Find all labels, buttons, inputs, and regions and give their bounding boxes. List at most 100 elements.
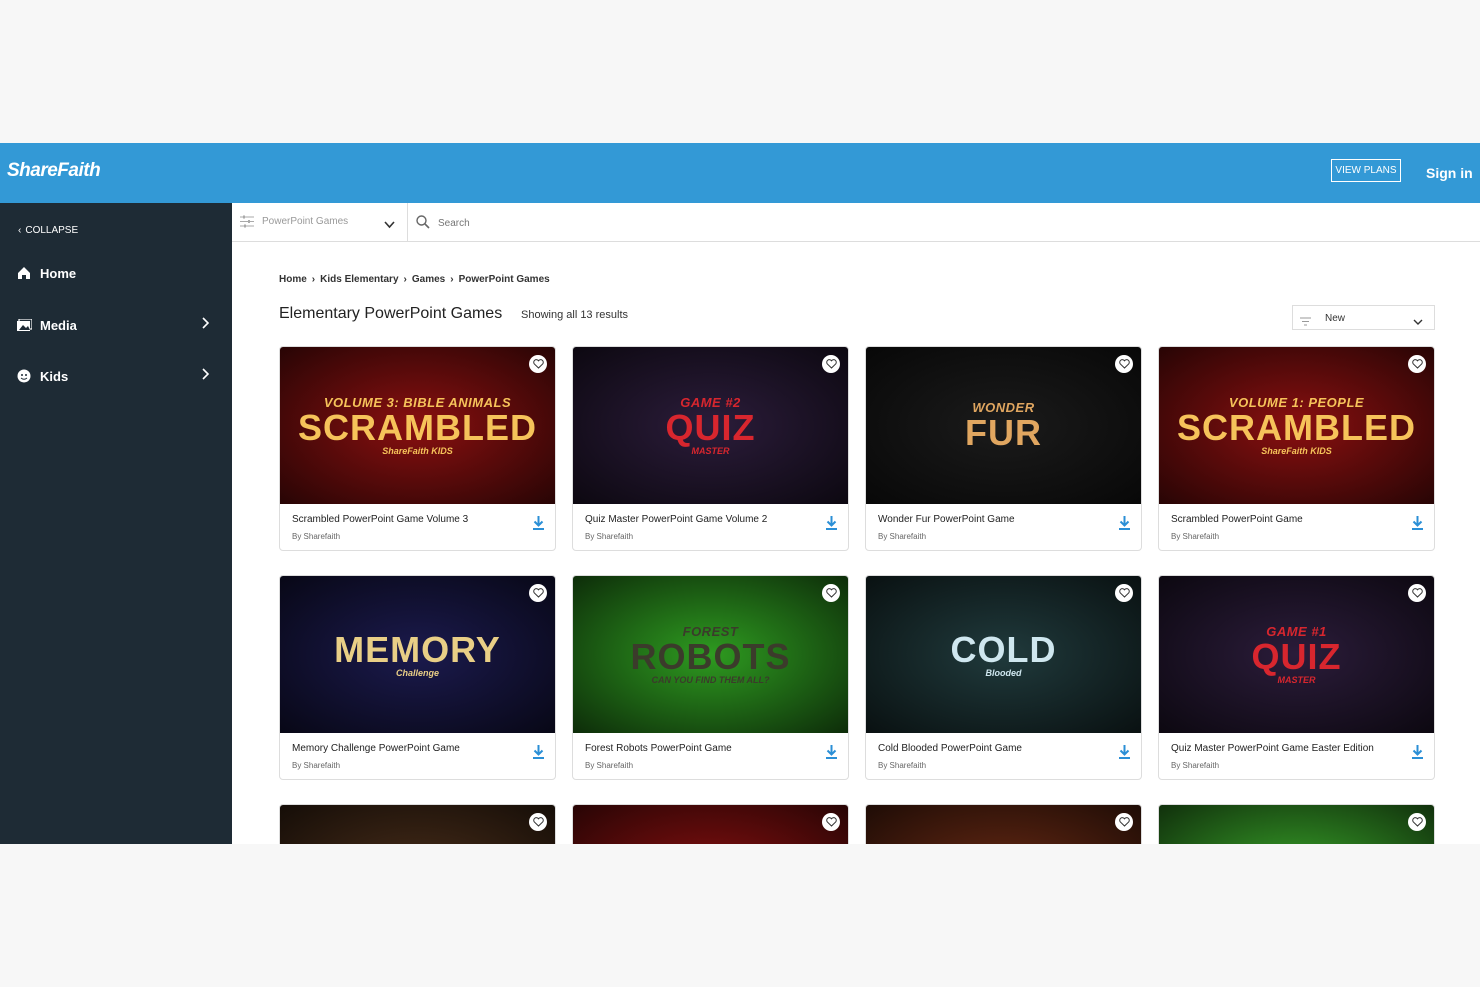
product-title[interactable]: Forest Robots PowerPoint Game (585, 743, 732, 754)
favorite-heart-icon[interactable] (529, 813, 547, 831)
product-thumbnail[interactable]: FOREST ROBOTS CAN YOU FIND THEM ALL? (573, 576, 848, 733)
chevron-right-icon (202, 368, 210, 383)
product-title[interactable]: Cold Blooded PowerPoint Game (878, 743, 1022, 754)
top-bar: ShareFaith VIEW PLANS Sign in (0, 143, 1480, 203)
favorite-heart-icon[interactable] (1408, 355, 1426, 373)
favorite-heart-icon[interactable] (1115, 584, 1133, 602)
favorite-heart-icon[interactable] (1408, 813, 1426, 831)
sharefaith-logo[interactable]: ShareFaith (7, 160, 101, 182)
collapse-label: COLLAPSE (25, 225, 79, 236)
product-thumbnail[interactable] (1159, 805, 1434, 844)
breadcrumb-games[interactable]: Games (412, 274, 445, 285)
product-title[interactable]: Scrambled PowerPoint Game Volume 3 (292, 514, 468, 525)
thumbnail-headline: SCRAMBLED (298, 407, 537, 448)
page-title: Elementary PowerPoint Games (279, 305, 503, 322)
product-title[interactable]: Quiz Master PowerPoint Game Easter Editi… (1171, 743, 1374, 754)
product-thumbnail[interactable]: MEMORY Challenge (280, 576, 555, 733)
favorite-heart-icon[interactable] (529, 584, 547, 602)
product-author: By Sharefaith (878, 761, 927, 770)
product-thumbnail[interactable]: GAME #2 QUIZ MASTER (573, 347, 848, 504)
product-card[interactable] (865, 804, 1142, 844)
sign-in-link[interactable]: Sign in (1426, 165, 1473, 181)
product-card[interactable]: VOLUME 3: BIBLE ANIMALS SCRAMBLED ShareFai… (279, 346, 556, 551)
product-thumbnail[interactable]: VOLUME 3: BIBLE ANIMALS SCRAMBLED ShareFai… (280, 347, 555, 504)
product-thumbnail[interactable]: VOLUME 2: BOOKS OF THE BIBLE (573, 805, 848, 844)
product-author: By Sharefaith (585, 761, 634, 770)
product-card[interactable]: VOLUME 2: BOOKS OF THE BIBLE (572, 804, 849, 844)
product-author: By Sharefaith (1171, 761, 1220, 770)
sidebar-item-label: Home (40, 265, 77, 281)
favorite-heart-icon[interactable] (822, 355, 840, 373)
thumbnail-subline: Blooded (985, 667, 1022, 678)
favorite-heart-icon[interactable] (1408, 584, 1426, 602)
app-frame: ShareFaith VIEW PLANS Sign in ‹ COLLAPSE… (0, 143, 1480, 844)
view-plans-button[interactable]: VIEW PLANS (1331, 159, 1401, 182)
product-author: By Sharefaith (292, 532, 341, 541)
collapse-button[interactable]: ‹ COLLAPSE (18, 225, 78, 236)
chevron-right-icon (202, 317, 210, 332)
product-title[interactable]: Quiz Master PowerPoint Game Volume 2 (585, 514, 767, 525)
chevron-down-icon (1413, 313, 1423, 331)
product-thumbnail[interactable]: GAME #1 QUIZ MASTER (1159, 576, 1434, 733)
product-thumbnail[interactable]: VOLUME 1: PEOPLE SCRAMBLED ShareFaith KIDS (1159, 347, 1434, 504)
chevron-left-icon: ‹ (18, 225, 22, 236)
product-title[interactable]: Memory Challenge PowerPoint Game (292, 743, 460, 754)
product-title[interactable]: Wonder Fur PowerPoint Game (878, 514, 1015, 525)
thumbnail-headline: QUIZ (665, 407, 756, 448)
favorite-heart-icon[interactable] (822, 584, 840, 602)
sidebar-item-media[interactable]: Media (16, 315, 216, 335)
favorite-heart-icon[interactable] (1115, 813, 1133, 831)
product-card[interactable]: MEMORY Challenge Memory Challenge PowerPoi… (279, 575, 556, 780)
download-icon[interactable] (532, 744, 545, 764)
thumbnail-headline: COLD (950, 628, 1057, 670)
thumbnail-subline: ShareFaith KIDS (382, 446, 453, 456)
sidebar-item-home[interactable]: Home (16, 263, 216, 283)
sort-select[interactable]: New (1292, 305, 1435, 330)
product-card[interactable]: COLD Blooded Cold Blooded PowerPoint Game B… (865, 575, 1142, 780)
product-thumbnail[interactable]: COLD Blooded (866, 576, 1141, 733)
product-card[interactable]: FOREST ROBOTS CAN YOU FIND THEM ALL? Forest… (572, 575, 849, 780)
product-card[interactable]: WONDER (279, 804, 556, 844)
product-author: By Sharefaith (1171, 532, 1220, 541)
product-card[interactable]: WONDER FUR Wonder Fur PowerPoint Game By Sh… (865, 346, 1142, 551)
favorite-heart-icon[interactable] (822, 813, 840, 831)
product-card[interactable]: VOLUME 1: PEOPLE SCRAMBLED ShareFaith KIDS… (1158, 346, 1435, 551)
download-icon[interactable] (1118, 515, 1131, 535)
product-author: By Sharefaith (585, 532, 634, 541)
search-icon (416, 215, 430, 234)
download-icon[interactable] (825, 515, 838, 535)
kids-icon (16, 368, 32, 384)
favorite-heart-icon[interactable] (1115, 355, 1133, 373)
breadcrumb-kids-elementary[interactable]: Kids Elementary (320, 274, 398, 285)
category-filter[interactable]: PowerPoint Games (232, 203, 408, 241)
search-input[interactable] (438, 213, 838, 233)
product-card[interactable]: GAME #1 QUIZ MASTER Quiz Master PowerPoint … (1158, 575, 1435, 780)
sidebar-item-label: Media (40, 317, 77, 333)
sidebar-item-kids[interactable]: Kids (16, 366, 216, 386)
download-icon[interactable] (532, 515, 545, 535)
download-icon[interactable] (825, 744, 838, 764)
sort-icon (1300, 313, 1311, 331)
thumbnail-headline: ROBOTS (630, 636, 791, 677)
thumbnail-subline: Challenge (395, 667, 439, 678)
product-thumbnail[interactable] (866, 805, 1141, 844)
chevron-down-icon (384, 216, 395, 234)
filter-sliders-icon (240, 215, 254, 233)
product-card[interactable]: GAME #2 QUIZ MASTER Quiz Master PowerPoint … (572, 346, 849, 551)
product-thumbnail[interactable]: WONDER FUR (866, 347, 1141, 504)
product-card[interactable] (1158, 804, 1435, 844)
product-thumbnail[interactable]: WONDER (280, 805, 555, 844)
download-icon[interactable] (1411, 744, 1424, 764)
download-icon[interactable] (1411, 515, 1424, 535)
download-icon[interactable] (1118, 744, 1131, 764)
product-author: By Sharefaith (292, 761, 341, 770)
breadcrumb: Home › Kids Elementary › Games › PowerPo… (279, 274, 550, 285)
breadcrumb-home[interactable]: Home (279, 274, 307, 285)
favorite-heart-icon[interactable] (529, 355, 547, 373)
thumbnail-subline: ShareFaith KIDS (1261, 446, 1332, 456)
results-count: Showing all 13 results (521, 309, 629, 321)
thumbnail-subline: MASTER (691, 446, 730, 456)
home-icon (16, 265, 32, 281)
product-title[interactable]: Scrambled PowerPoint Game (1171, 514, 1303, 525)
thumbnail-headline: QUIZ (1251, 636, 1342, 677)
